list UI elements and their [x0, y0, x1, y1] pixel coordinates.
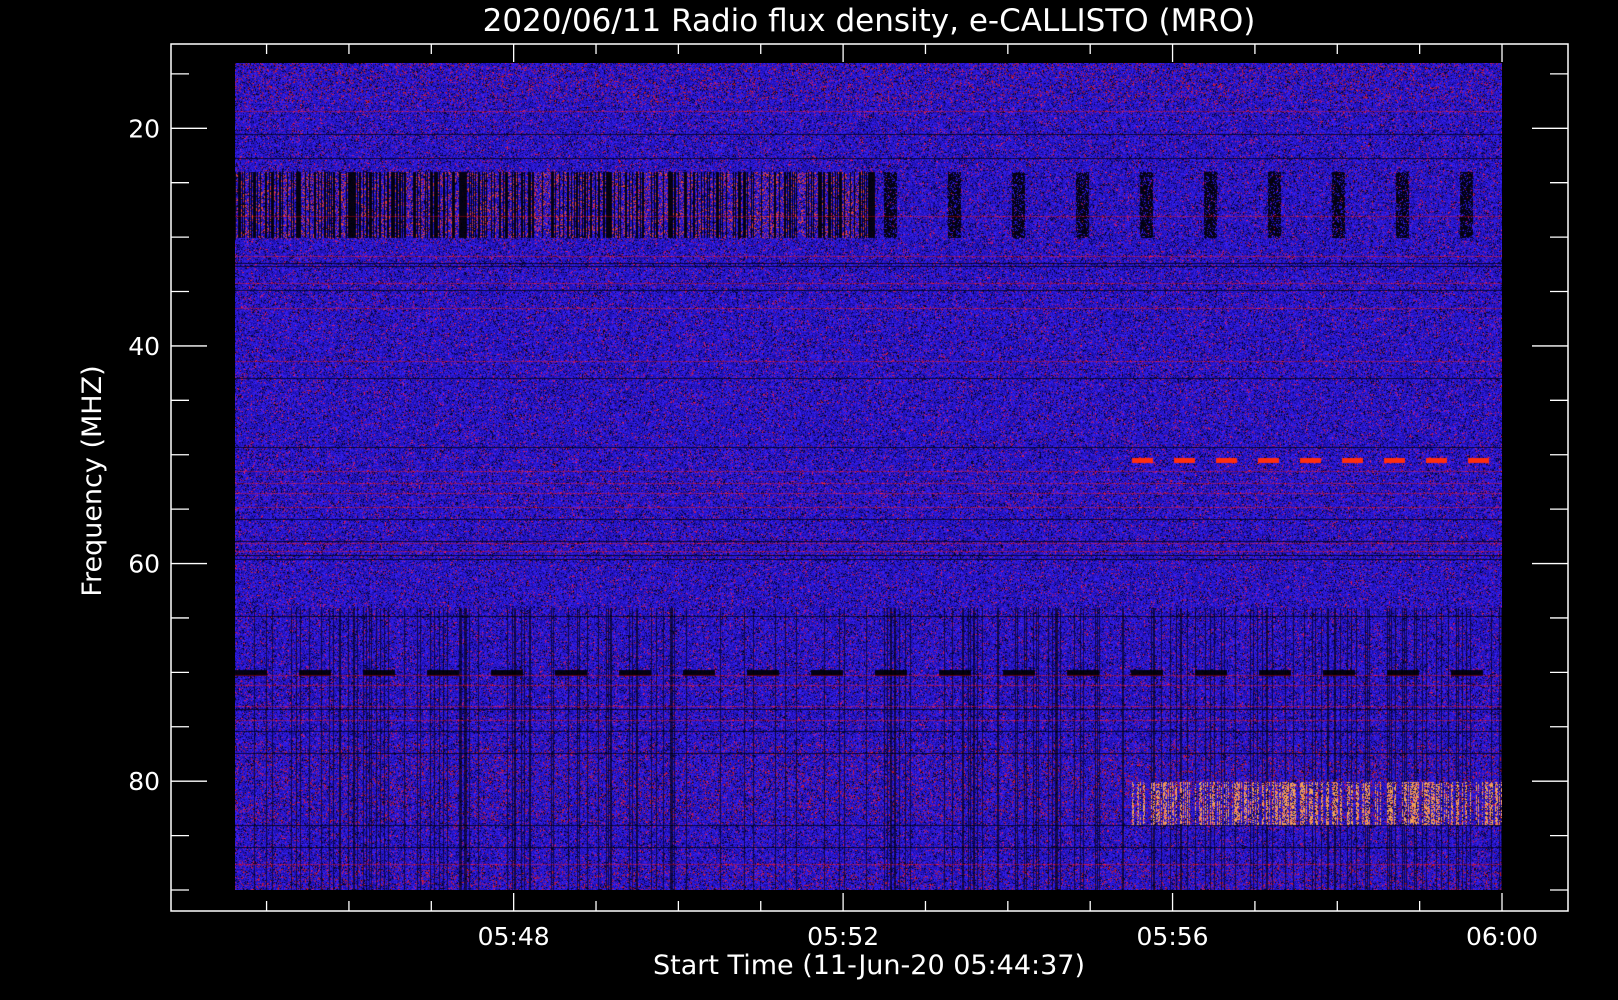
spectrogram-chart: 2020/06/11 Radio flux density, e-CALLIST…	[77, 3, 1569, 981]
y-tick-label: 60	[128, 550, 160, 579]
y-axis-label: Frequency (MHZ)	[77, 365, 108, 596]
spectrogram-image	[235, 63, 1502, 890]
y-tick-label: 20	[128, 114, 160, 143]
spectrogram-plot-area	[235, 63, 1502, 890]
x-tick-label: 05:52	[807, 922, 879, 951]
chart-title: 2020/06/11 Radio flux density, e-CALLIST…	[483, 3, 1256, 39]
y-tick-label: 80	[128, 767, 160, 796]
x-tick-label: 05:48	[478, 922, 550, 951]
x-tick-label: 05:56	[1137, 922, 1209, 951]
y-tick-label: 40	[128, 332, 160, 361]
x-axis-label: Start Time (11-Jun-20 05:44:37)	[653, 950, 1085, 981]
x-tick-label: 06:00	[1466, 922, 1538, 951]
